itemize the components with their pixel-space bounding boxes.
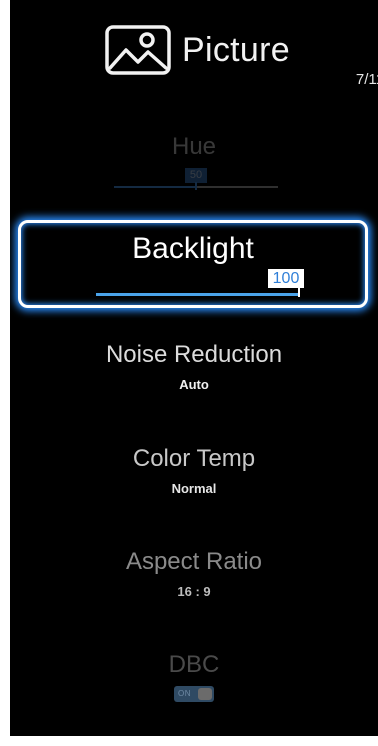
setting-hue[interactable]: Hue 50 [10,132,378,190]
hue-slider-handle[interactable] [195,182,197,190]
hue-value-bubble: 50 [185,168,207,183]
setting-aspect-ratio-value: 16 : 9 [177,584,211,599]
hue-slider[interactable]: 50 [114,168,278,190]
hue-slider-fill [114,186,196,188]
setting-noise-reduction-label: Noise Reduction [105,341,283,368]
menu-header: Picture [10,18,378,78]
setting-color-temp-value: Normal [171,481,217,496]
setting-noise-reduction[interactable]: Noise Reduction Auto [10,340,378,394]
backlight-value-bubble: 100 [268,269,304,288]
backlight-slider[interactable]: 100 [96,269,304,297]
setting-backlight[interactable]: Backlight 100 [18,220,368,308]
setting-hue-label: Hue [171,133,217,160]
setting-dbc[interactable]: DBC ON [10,650,378,707]
setting-color-temp[interactable]: Color Temp Normal [10,444,378,498]
dbc-toggle-knob [198,688,212,700]
menu-title: Picture [182,31,290,69]
setting-noise-reduction-value: Auto [179,377,209,392]
setting-dbc-label: DBC [168,651,220,678]
page-counter: 7/11 [355,71,378,88]
backlight-slider-fill [96,293,300,296]
setting-backlight-label: Backlight [132,232,254,265]
dbc-toggle[interactable]: ON [174,686,214,702]
dbc-toggle-text: ON [178,689,191,698]
setting-aspect-ratio-label: Aspect Ratio [125,548,263,575]
picture-icon [105,25,171,75]
setting-aspect-ratio[interactable]: Aspect Ratio 16 : 9 [10,547,378,601]
tv-settings-screen: Picture 7/11 Hue 50 Backlight 100 Noise … [10,0,378,736]
backlight-slider-handle[interactable] [298,287,300,297]
setting-color-temp-label: Color Temp [132,445,256,472]
